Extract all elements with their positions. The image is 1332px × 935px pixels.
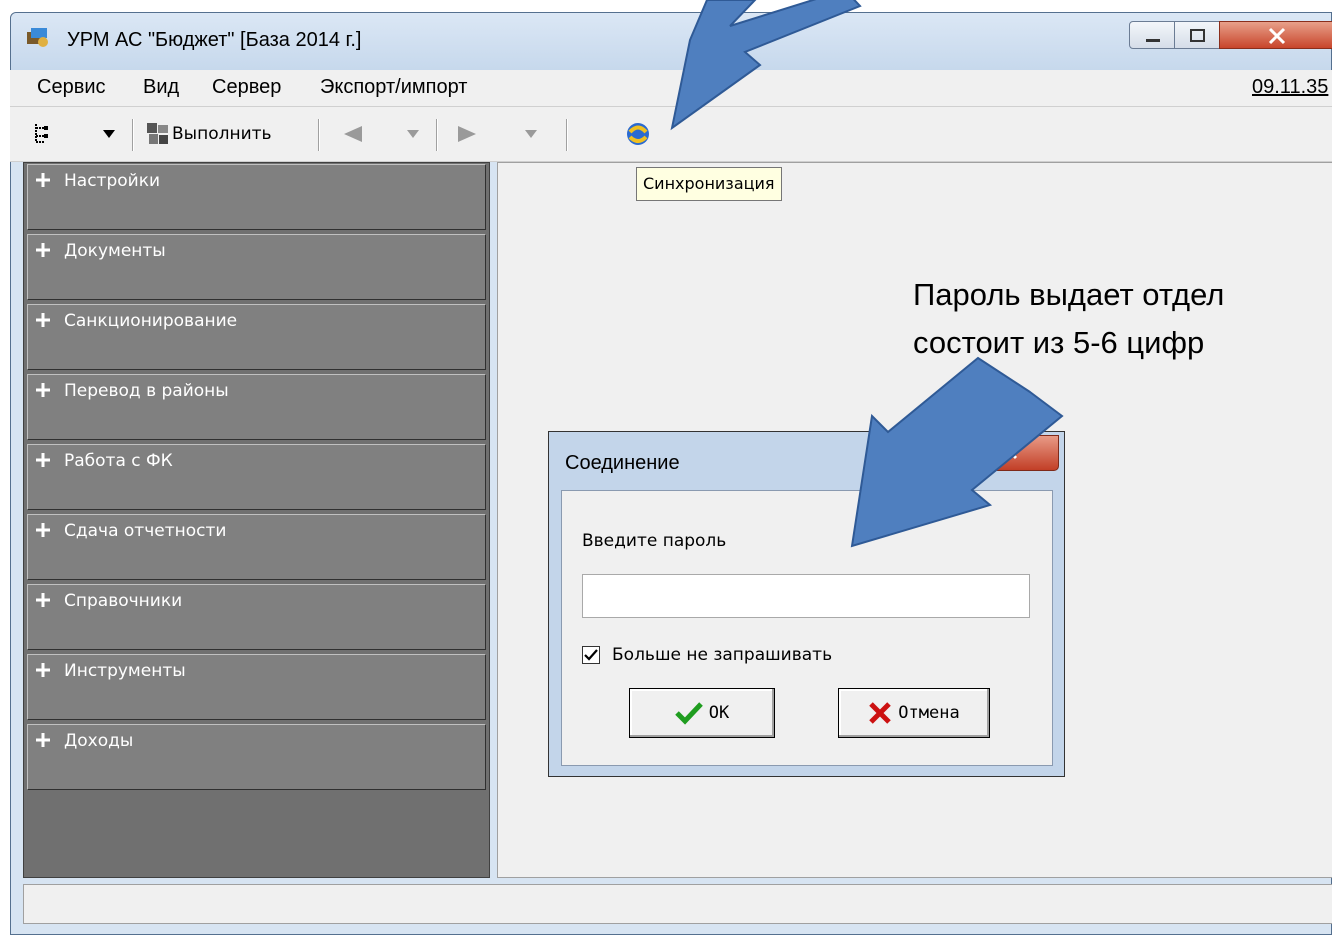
nav-section-label: Сдача отчетности — [64, 521, 227, 541]
password-input[interactable] — [582, 574, 1030, 618]
nav-section-reporting[interactable]: Сдача отчетности — [27, 514, 486, 580]
ok-button[interactable]: OK — [629, 688, 775, 738]
dialog-title: Соединение — [565, 452, 680, 474]
status-bar — [23, 884, 1332, 924]
toolbar-separator — [318, 119, 320, 151]
dropdown-arrow-icon — [525, 130, 537, 138]
expand-icon — [36, 663, 50, 677]
ok-label: OK — [708, 703, 730, 723]
back-dropdown[interactable] — [406, 117, 420, 151]
menu-export-import[interactable]: Экспорт/импорт — [320, 76, 467, 99]
tree-view-dropdown[interactable] — [102, 117, 116, 151]
dropdown-arrow-icon — [407, 130, 419, 138]
title-bar: УРМ АС "Бюджет" [База 2014 г.] — [11, 13, 1332, 71]
execute-button[interactable]: Выполнить — [146, 117, 272, 151]
nav-section-label: Санкционирование — [64, 311, 238, 331]
expand-icon — [36, 313, 50, 327]
tree-view-icon — [35, 124, 48, 143]
maximize-button[interactable] — [1174, 21, 1220, 49]
forward-button[interactable] — [456, 117, 478, 151]
cancel-label: Отмена — [898, 703, 960, 723]
nav-section-label: Настройки — [64, 171, 161, 191]
nav-section-sanctioning[interactable]: Санкционирование — [27, 304, 486, 370]
forward-dropdown[interactable] — [524, 117, 538, 151]
tree-view-button[interactable] — [32, 117, 52, 151]
window-title: УРМ АС "Бюджет" [База 2014 г.] — [67, 29, 362, 51]
clock-display: 09.11.35 — [1252, 76, 1329, 98]
app-icon — [27, 28, 48, 47]
sync-icon — [627, 123, 649, 145]
maximize-icon — [1190, 29, 1205, 42]
expand-icon — [36, 173, 50, 187]
nav-section-label: Работа с ФК — [64, 451, 173, 471]
expand-icon — [36, 383, 50, 397]
expand-icon — [36, 593, 50, 607]
remember-checkbox-row[interactable]: Больше не запрашивать — [582, 645, 832, 665]
annotation-line-1: Пароль выдает отдел — [913, 277, 1225, 312]
dropdown-arrow-icon — [103, 130, 115, 138]
nav-section-references[interactable]: Справочники — [27, 584, 486, 650]
nav-section-fk[interactable]: Работа с ФК — [27, 444, 486, 510]
password-prompt: Введите пароль — [582, 531, 727, 551]
minimize-button[interactable] — [1129, 21, 1175, 49]
nav-section-label: Справочники — [64, 591, 183, 611]
checkmark-icon — [584, 649, 598, 661]
nav-section-label: Инструменты — [64, 661, 186, 681]
toolbar-separator — [132, 119, 134, 151]
expand-icon — [36, 523, 50, 537]
sync-tooltip: Синхронизация — [636, 167, 782, 201]
close-icon — [1268, 27, 1286, 45]
minimize-icon — [1146, 39, 1160, 42]
back-arrow-icon — [344, 126, 362, 142]
sync-button[interactable] — [624, 117, 652, 151]
check-icon — [674, 702, 703, 725]
nav-section-income[interactable]: Доходы — [27, 724, 486, 790]
close-button[interactable] — [1219, 21, 1332, 49]
toolbar: Выполнить — [10, 107, 1332, 162]
nav-section-tools[interactable]: Инструменты — [27, 654, 486, 720]
forward-arrow-icon — [458, 126, 476, 142]
execute-icon — [147, 123, 168, 144]
nav-section-transfer[interactable]: Перевод в районы — [27, 374, 486, 440]
remember-checkbox[interactable] — [582, 646, 600, 664]
execute-label: Выполнить — [172, 124, 272, 144]
back-button[interactable] — [342, 117, 364, 151]
nav-section-documents[interactable]: Документы — [27, 234, 486, 300]
toolbar-separator — [436, 119, 438, 151]
cancel-button[interactable]: Отмена — [838, 688, 990, 738]
menu-view[interactable]: Вид — [143, 76, 179, 99]
toolbar-separator — [566, 119, 568, 151]
remember-label: Больше не запрашивать — [612, 645, 833, 665]
navigation-panel: Настройки Документы Санкционирование Пер… — [23, 162, 490, 878]
connection-dialog: Соединение Введите пароль Больше не запр… — [548, 431, 1065, 777]
expand-icon — [36, 243, 50, 257]
expand-icon — [36, 733, 50, 747]
annotation-line-2: состоит из 5-6 цифр — [913, 325, 1205, 360]
annotation-text: Пароль выдает отдел состоит из 5-6 цифр — [913, 271, 1332, 367]
cancel-x-icon — [869, 702, 892, 724]
nav-section-label: Документы — [64, 241, 166, 261]
dialog-body: Введите пароль Больше не запрашивать OK … — [561, 490, 1053, 766]
expand-icon — [36, 453, 50, 467]
nav-section-label: Перевод в районы — [64, 381, 229, 401]
menu-bar: Сервис Вид Сервер Экспорт/импорт 09.11.3… — [10, 70, 1332, 107]
menu-server[interactable]: Сервер — [212, 76, 281, 99]
dialog-close-button[interactable] — [959, 435, 1059, 471]
nav-section-label: Доходы — [64, 731, 134, 751]
menu-service[interactable]: Сервис — [37, 76, 106, 99]
close-icon — [1002, 444, 1018, 460]
nav-section-settings[interactable]: Настройки — [27, 164, 486, 230]
